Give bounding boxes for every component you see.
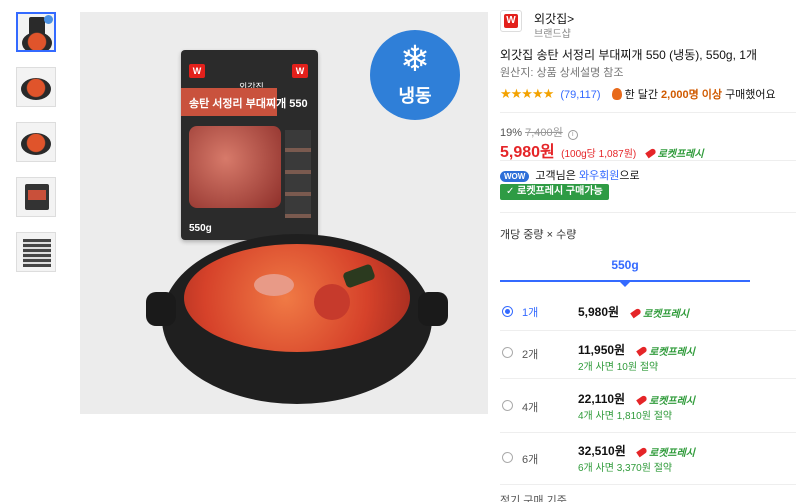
- sausage-slice: [314, 284, 350, 320]
- option-row-4[interactable]: 6개 32,510원 로켓프레시 6개 사면 3,370원 절약: [500, 441, 796, 481]
- divider: [500, 212, 796, 213]
- divider: [500, 112, 796, 113]
- radio-button[interactable]: [502, 400, 513, 411]
- option-saving: 4개 사면 1,810원 절약: [578, 411, 673, 422]
- buy-note-prefix: 한 달간: [624, 89, 658, 101]
- rocket-fresh-label: 로켓프레시: [636, 343, 695, 358]
- divider: [500, 160, 796, 161]
- option-row-1[interactable]: 1개 5,980원 로켓프레시: [500, 302, 796, 342]
- rocket-icon: [644, 147, 657, 159]
- option-price: 32,510원: [578, 444, 626, 458]
- option-saving: 6개 사면 3,370원 절약: [578, 463, 673, 474]
- rocket-fresh-label: 로켓프레시: [630, 305, 689, 320]
- pouch-title: 송탄 서정리 부대찌개 550: [181, 88, 308, 116]
- fire-icon: [611, 88, 622, 100]
- tab-label: 550g: [611, 258, 639, 272]
- option-qty: 4개: [522, 402, 539, 414]
- pot-handle: [418, 292, 448, 326]
- pouch-food-photo: [189, 126, 281, 208]
- caret-down-icon: [619, 281, 631, 287]
- divider: [500, 378, 796, 379]
- rocket-fresh-label: 로켓프레시: [636, 444, 695, 459]
- brand-row[interactable]: W 외갓집> 브랜드샵: [500, 10, 796, 40]
- buy-note-count: 2,000명 이상: [661, 89, 722, 101]
- footer-cut-text: 정기 구매 기준: [500, 495, 567, 502]
- ham-slice: [254, 274, 294, 296]
- option-row-2[interactable]: 2개 11,950원 로켓프레시 2개 사면 10원 절약: [500, 340, 796, 380]
- stew-pot: [146, 234, 448, 404]
- brand-logo-icon: W: [189, 64, 205, 78]
- wow-text-suffix: 으로: [619, 170, 640, 182]
- option-price: 5,980원: [578, 305, 620, 319]
- product-title: 외갓집 송탄 서정리 부대찌개 550 (냉동), 550g, 1개: [500, 48, 757, 62]
- option-row-3[interactable]: 4개 22,110원 로켓프레시 4개 사면 1,810원 절약: [500, 389, 796, 429]
- thumb-package-back[interactable]: [16, 177, 56, 217]
- review-count-link[interactable]: (79,117): [560, 89, 600, 101]
- option-price: 22,110원: [578, 392, 626, 406]
- thumb-package[interactable]: [16, 12, 56, 52]
- pouch-weight: 550g: [189, 223, 212, 234]
- price-row: 5,980원 (100g당 1,087원) 로켓프레시: [500, 138, 704, 162]
- divider: [500, 484, 796, 485]
- rocket-icon: [630, 307, 642, 319]
- snowflake-icon: ❄: [399, 38, 431, 79]
- frozen-badge-icon: [44, 15, 53, 24]
- frozen-badge: ❄ 냉동: [370, 30, 460, 120]
- radio-button[interactable]: [502, 452, 513, 463]
- nutrition-image: [23, 239, 51, 267]
- brand-shop-label: 브랜드샵: [534, 29, 571, 40]
- product-origin: 원산지: 상품 상세설명 참조: [500, 67, 624, 79]
- option-qty: 6개: [522, 454, 539, 466]
- brand-logo-icon[interactable]: W: [500, 10, 522, 32]
- star-rating-icon: ★★★★★: [500, 86, 554, 101]
- option-saving: 2개 사면 10원 절약: [578, 362, 659, 373]
- pouch-side-panel: [285, 130, 311, 218]
- thumb-stew-1[interactable]: [16, 67, 56, 107]
- wow-member-row: WOW 고객님은 와우회원으로: [500, 167, 640, 183]
- divider: [500, 330, 796, 331]
- radio-button[interactable]: [502, 347, 513, 358]
- rocket-icon: [636, 345, 648, 357]
- dish-image: [22, 32, 52, 50]
- rocket-icon: [636, 446, 648, 458]
- main-product-image[interactable]: W W 외갓집 송탄 서정리 부대찌개 550 550g ❄ 냉동: [80, 12, 488, 414]
- option-label: 개당 중량 × 수량: [500, 229, 577, 241]
- rocket-fresh-label: 로켓프레시: [644, 147, 704, 160]
- rocket-fresh-available-badge: ✓ 로켓프레시 구매가능: [500, 184, 609, 200]
- package-image: [25, 184, 49, 210]
- wow-text-prefix: 고객님은: [535, 170, 576, 182]
- option-price: 11,950원: [578, 343, 626, 357]
- mushroom: [342, 263, 376, 289]
- thumbnail-list: [16, 12, 64, 287]
- brand-logo-icon: W: [292, 64, 308, 78]
- buy-note-suffix: 구매했어요: [725, 89, 776, 101]
- tab-550g[interactable]: 550g: [500, 254, 750, 287]
- frozen-label: 냉동: [398, 86, 432, 106]
- rocket-icon: [636, 394, 648, 406]
- option-qty: 1개: [522, 307, 539, 319]
- thumb-stew-2[interactable]: [16, 122, 56, 162]
- wow-badge: WOW: [500, 171, 530, 182]
- pot-handle: [146, 292, 176, 326]
- stew: [184, 244, 410, 352]
- rating-row: ★★★★★ (79,117) 한 달간 2,000명 이상 구매했어요: [500, 86, 796, 102]
- product-pouch: W W 외갓집 송탄 서정리 부대찌개 550 550g: [181, 50, 318, 240]
- thumb-nutrition[interactable]: [16, 232, 56, 272]
- unit-price: (100g당 1,087원): [561, 149, 637, 160]
- final-price: 5,980원: [500, 144, 555, 161]
- rocket-fresh-label: 로켓프레시: [636, 392, 695, 407]
- dish-image: [21, 133, 51, 155]
- wow-member-link[interactable]: 와우회원: [579, 170, 619, 182]
- divider: [500, 432, 796, 433]
- option-qty: 2개: [522, 349, 539, 361]
- radio-button[interactable]: [502, 306, 513, 317]
- dish-image: [21, 78, 51, 100]
